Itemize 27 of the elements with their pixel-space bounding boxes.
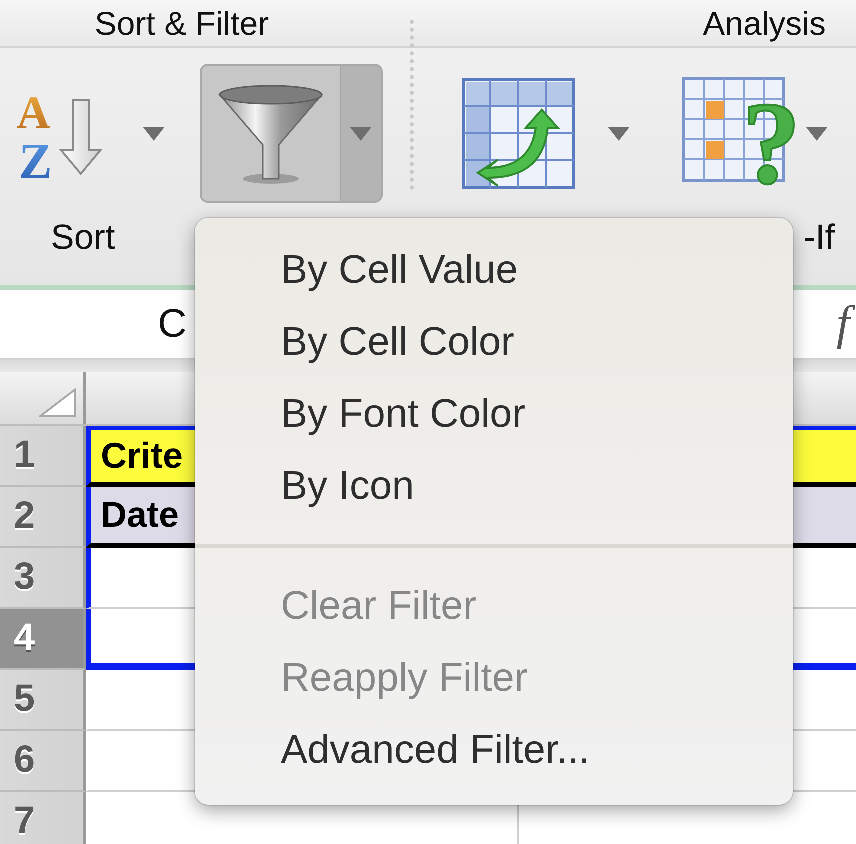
row-header[interactable]: 4 xyxy=(0,609,86,670)
caret-icon[interactable] xyxy=(143,127,165,141)
caret-icon[interactable] xyxy=(806,127,828,141)
sort-label[interactable]: Sort xyxy=(51,218,190,258)
name-box-text[interactable]: C xyxy=(158,302,187,346)
cell-text: Crite xyxy=(101,435,184,477)
row-header[interactable]: 1 xyxy=(0,426,86,487)
row-header[interactable]: 6 xyxy=(0,731,86,792)
what-if-label[interactable]: -If xyxy=(804,218,835,258)
row-header[interactable]: 7 xyxy=(0,792,86,844)
group-title: Sort & Filter xyxy=(94,4,270,44)
row-header[interactable]: 2 xyxy=(0,487,86,548)
menu-item[interactable]: By Cell Value xyxy=(195,234,793,306)
menu-item[interactable]: By Font Color xyxy=(195,378,793,450)
caret-icon[interactable] xyxy=(350,126,372,140)
menu-item[interactable]: Advanced Filter... xyxy=(195,714,793,786)
cell-text: Date xyxy=(101,494,180,536)
filter-button[interactable] xyxy=(200,64,383,203)
menu-item[interactable]: By Cell Color xyxy=(195,306,793,378)
row-header[interactable]: 5 xyxy=(0,670,86,731)
row-header[interactable]: 3 xyxy=(0,548,86,609)
caret-icon[interactable] xyxy=(608,127,630,141)
pivot-table-icon[interactable] xyxy=(462,78,576,190)
select-all-icon[interactable] xyxy=(39,388,77,418)
function-label[interactable]: f xyxy=(828,294,856,354)
menu-item[interactable]: By Icon xyxy=(195,450,793,522)
group-title: Analysis xyxy=(702,4,827,44)
